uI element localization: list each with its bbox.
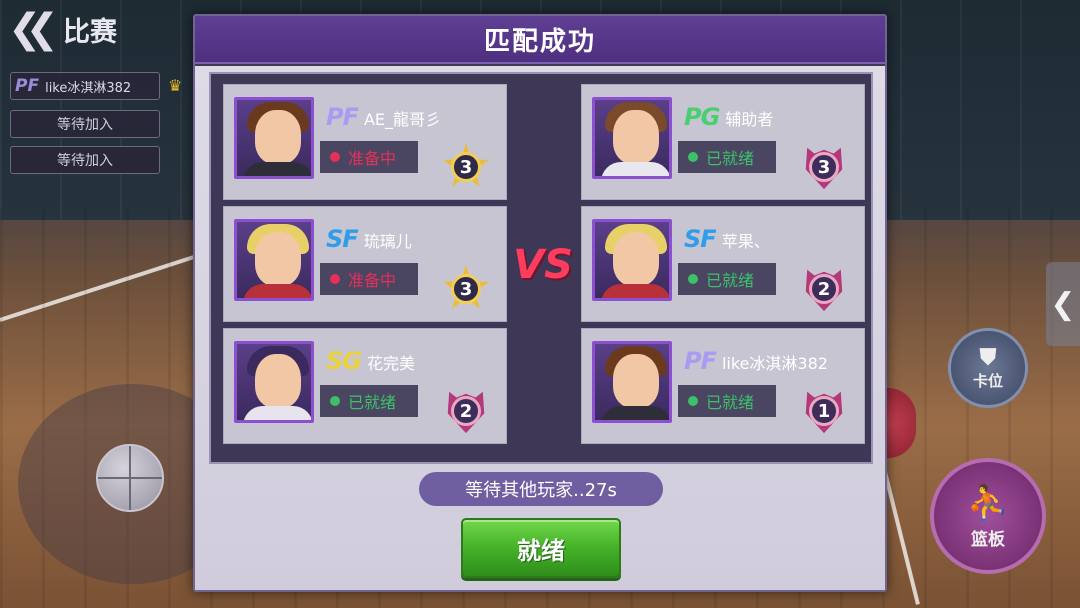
kawei-label: 卡位 (972, 372, 1003, 390)
player-name: AE_龍哥彡 (363, 110, 442, 129)
status-dot-icon (688, 152, 698, 162)
hud-player-position: PF (15, 76, 40, 96)
avatar-face (613, 110, 659, 164)
avatar-shirt (601, 284, 669, 298)
player-level: 3 (451, 152, 481, 182)
player-name: 琉璃儿 (363, 232, 412, 251)
side-panel-arrow-button[interactable]: ❮ (1046, 262, 1080, 346)
dialog-body: PF AE_龍哥彡 准备中 3 SF 琉璃儿 准备中 3 SG 花完美 已就绪 2 PG 辅助者 已就绪 3 S… (195, 66, 885, 590)
player-slot: SF 琉璃儿准备中 3 (223, 206, 507, 322)
player-avatar (592, 219, 672, 301)
rebound-label: 篮板 (971, 529, 1005, 550)
player-level: 1 (809, 396, 839, 426)
player-status: 已就绪 (320, 385, 418, 417)
level-badge-icon: 2 (442, 387, 490, 435)
dialog-title: 匹配成功 (483, 26, 596, 57)
level-badge-icon: 3 (800, 143, 848, 191)
level-badge-icon: 1 (800, 387, 848, 435)
player-level: 3 (451, 274, 481, 304)
player-position: PF (684, 347, 717, 375)
player-name-row: PF AE_龍哥彡 (326, 103, 442, 131)
player-slot: SF 苹果、已就绪 2 (581, 206, 865, 322)
player-avatar (234, 341, 314, 423)
player-slot: PF AE_龍哥彡准备中 3 (223, 84, 507, 200)
rebound-icon: ⛹ (966, 482, 1010, 523)
player-status: 已就绪 (678, 141, 776, 173)
hud-player-name: like冰淇淋382 (45, 80, 132, 96)
player-status-label: 准备中 (348, 271, 397, 290)
player-status-label: 已就绪 (706, 393, 755, 412)
player-status-label: 已就绪 (348, 393, 397, 412)
player-status: 已就绪 (678, 263, 776, 295)
player-slot: SG 花完美已就绪 2 (223, 328, 507, 444)
player-avatar (592, 341, 672, 423)
player-level: 2 (809, 274, 839, 304)
player-avatar (592, 97, 672, 179)
player-name-row: PG 辅助者 (684, 103, 774, 131)
player-status-label: 已就绪 (706, 149, 755, 168)
match-success-dialog: 匹配成功 PF AE_龍哥彡 准备中 3 SF 琉璃儿 准备中 3 SG 花完美 已就绪 2 PG 辅助者… (193, 14, 887, 592)
back-label: 比赛 (63, 16, 118, 48)
waiting-countdown: 等待其他玩家..27s (419, 472, 663, 506)
status-dot-icon (330, 274, 340, 284)
player-avatar (234, 97, 314, 179)
player-status-label: 准备中 (348, 149, 397, 168)
hud-player-slot: PF like冰淇淋382 (10, 72, 160, 100)
player-level: 2 (451, 396, 481, 426)
player-status-label: 已就绪 (706, 271, 755, 290)
player-name-row: SF 苹果、 (684, 225, 770, 253)
avatar-face (613, 232, 659, 286)
rebound-button[interactable]: ⛹ 篮板 (930, 458, 1046, 574)
player-position: PG (684, 103, 720, 131)
status-dot-icon (330, 152, 340, 162)
player-position: SF (684, 225, 717, 253)
player-position: SF (326, 225, 359, 253)
level-badge-icon: 2 (800, 265, 848, 313)
avatar-face (255, 354, 301, 408)
player-position: PF (326, 103, 359, 131)
player-slot: PG 辅助者已就绪 3 (581, 84, 865, 200)
player-status: 已就绪 (678, 385, 776, 417)
player-name: like冰淇淋382 (721, 354, 828, 373)
player-avatar (234, 219, 314, 301)
avatar-face (613, 354, 659, 408)
player-status: 准备中 (320, 263, 418, 295)
player-slot: PF like冰淇淋382 已就绪 1 (581, 328, 865, 444)
kawei-button[interactable]: ⛊ 卡位 (948, 328, 1028, 408)
back-button[interactable]: ❮❮ 比赛 (8, 8, 158, 50)
vs-label: VS (513, 242, 573, 288)
player-position: SG (326, 347, 362, 375)
player-name: 辅助者 (725, 110, 774, 129)
basketball-icon[interactable] (96, 444, 164, 512)
double-chevron-left-icon: ❮❮ (8, 6, 59, 52)
player-name: 苹果、 (721, 232, 770, 251)
dialog-header: 匹配成功 (195, 16, 885, 64)
level-badge-icon: 3 (442, 265, 490, 313)
teams-panel: PF AE_龍哥彡 准备中 3 SF 琉璃儿 准备中 3 SG 花完美 已就绪 2 PG 辅助者 已就绪 3 S… (209, 72, 873, 464)
level-badge-icon: 3 (442, 143, 490, 191)
avatar-shirt (601, 162, 669, 176)
player-name-row: SF 琉璃儿 (326, 225, 412, 253)
hud-wait-slot[interactable]: 等待加入 (10, 146, 160, 174)
avatar-face (255, 110, 301, 164)
ready-button[interactable]: 就绪 (461, 518, 621, 578)
avatar-shirt (243, 162, 311, 176)
chevron-left-icon: ❮ (1050, 286, 1076, 322)
hud-wait-slot[interactable]: 等待加入 (10, 110, 160, 138)
box-out-icon: ⛊ (979, 345, 997, 370)
player-name-row: SG 花完美 (326, 347, 415, 375)
avatar-face (255, 232, 301, 286)
avatar-shirt (243, 406, 311, 420)
player-level: 3 (809, 152, 839, 182)
crown-icon: ♛ (168, 76, 183, 95)
status-dot-icon (330, 396, 340, 406)
player-name: 花完美 (366, 354, 415, 373)
player-name-row: PF like冰淇淋382 (684, 347, 828, 375)
status-dot-icon (688, 396, 698, 406)
status-dot-icon (688, 274, 698, 284)
player-status: 准备中 (320, 141, 418, 173)
avatar-shirt (243, 284, 311, 298)
avatar-shirt (601, 406, 669, 420)
